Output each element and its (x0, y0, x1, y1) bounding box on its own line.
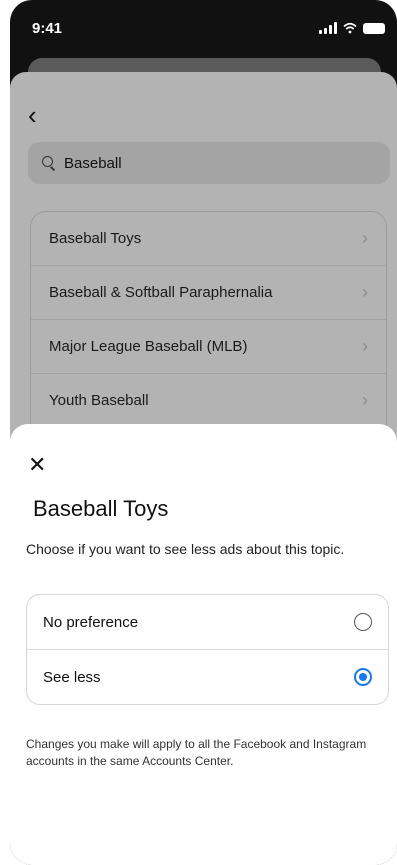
topic-label: Baseball Toys (49, 230, 142, 247)
close-icon: ✕ (28, 452, 47, 477)
battery-icon (363, 22, 385, 34)
modal-footer-note: Changes you make will apply to all the F… (26, 737, 367, 768)
topic-item[interactable]: Major League Baseball (MLB) › (31, 320, 386, 374)
modal-description: Choose if you want to see less ads about… (26, 541, 345, 557)
topic-item[interactable]: Baseball Toys › (31, 212, 386, 266)
topic-label: Youth Baseball (49, 392, 149, 409)
chevron-right-icon: › (362, 336, 368, 356)
topic-label: Baseball & Softball Paraphernalia (49, 284, 273, 301)
topic-preference-modal: ✕ Baseball Toys Choose if you want to se… (10, 424, 397, 865)
option-see-less[interactable]: See less (27, 649, 388, 704)
search-icon (42, 156, 56, 171)
phone-frame: 9:41 ‹ Baseball Baseball Toys › Baseball… (10, 0, 397, 865)
search-query: Baseball (64, 154, 122, 172)
preference-options: No preference See less (26, 594, 389, 705)
topic-item[interactable]: Baseball & Softball Paraphernalia › (31, 266, 386, 320)
close-button[interactable]: ✕ (28, 454, 46, 476)
chevron-right-icon: › (362, 228, 368, 248)
back-button[interactable]: ‹ (28, 102, 37, 128)
chevron-right-icon: › (362, 390, 368, 410)
modal-title: Baseball Toys (33, 496, 169, 521)
topic-label: Major League Baseball (MLB) (49, 338, 248, 355)
chevron-left-icon: ‹ (28, 100, 37, 130)
status-bar: 9:41 (10, 0, 397, 60)
search-input[interactable]: Baseball (28, 142, 390, 184)
wifi-icon (343, 22, 357, 34)
option-label: No preference (43, 613, 139, 631)
option-no-preference[interactable]: No preference (27, 595, 388, 649)
signal-icon (319, 22, 337, 34)
status-icons (319, 22, 385, 34)
chevron-right-icon: › (362, 282, 368, 302)
option-label: See less (43, 668, 101, 686)
radio-button[interactable] (354, 613, 372, 631)
topic-item[interactable]: Youth Baseball › (31, 374, 386, 428)
radio-button-selected[interactable] (354, 668, 372, 686)
status-time: 9:41 (32, 20, 63, 37)
